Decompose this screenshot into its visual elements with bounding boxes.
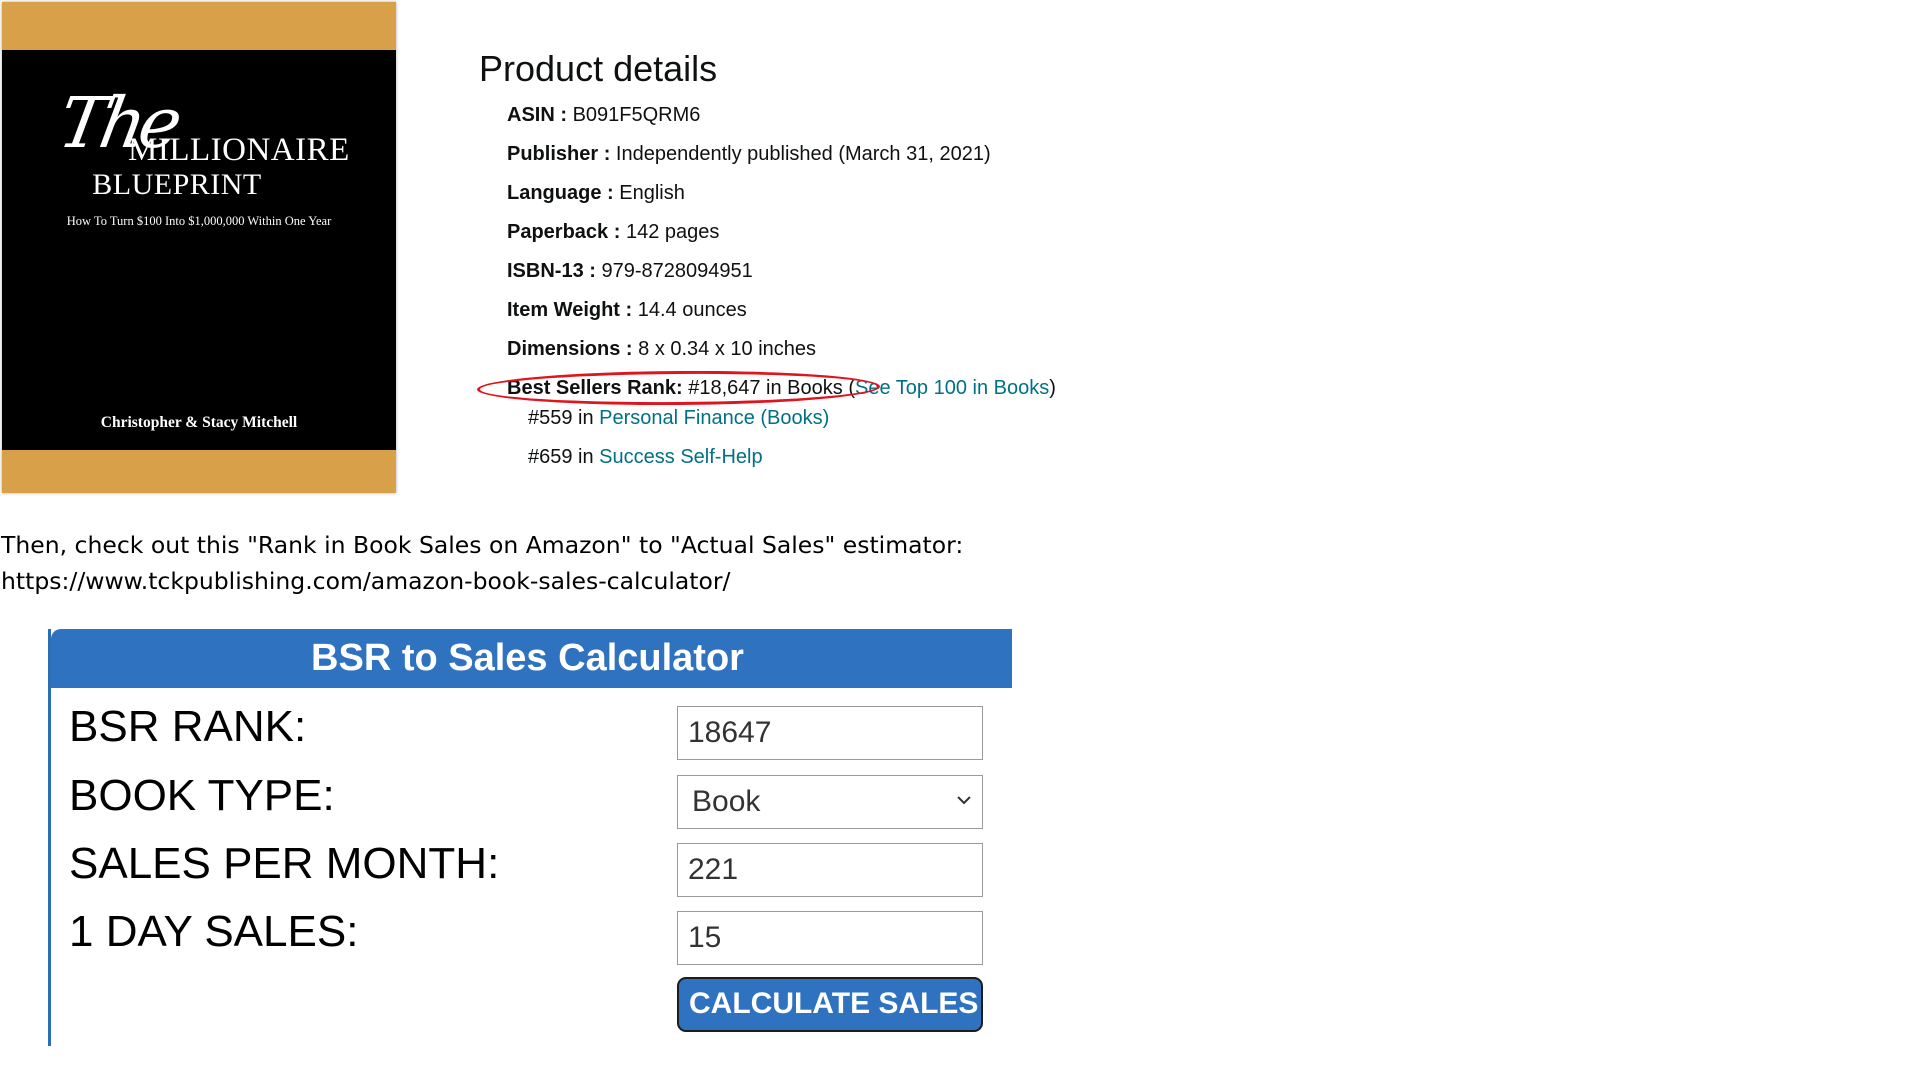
see-top-100-link[interactable]: See Top 100 in Books bbox=[855, 377, 1049, 399]
detail-row-publisher: Publisher : Independently published (Mar… bbox=[507, 143, 991, 166]
bsr-rank-label: BSR RANK: bbox=[69, 702, 307, 751]
rank-highlight-ellipse bbox=[476, 369, 881, 407]
calculator-url-text: https://www.tckpublishing.com/amazon-boo… bbox=[1, 567, 731, 595]
cover-title-line1: MILLIONAIRE bbox=[128, 132, 350, 168]
instruction-text: Then, check out this "Rank in Book Sales… bbox=[1, 531, 964, 559]
book-cover-panel: The MILLIONAIRE BLUEPRINT How To Turn $1… bbox=[2, 50, 396, 450]
cover-title-line2: BLUEPRINT bbox=[92, 168, 262, 201]
one-day-sales-label: 1 DAY SALES: bbox=[69, 907, 359, 956]
one-day-sales-field[interactable]: 15 bbox=[677, 911, 983, 965]
detail-label: Publisher : bbox=[507, 143, 611, 165]
detail-row-dimensions: Dimensions : 8 x 0.34 x 10 inches bbox=[507, 338, 816, 361]
detail-value: B091F5QRM6 bbox=[572, 104, 701, 126]
detail-value: English bbox=[619, 182, 685, 204]
detail-row-asin: ASIN : B091F5QRM6 bbox=[507, 104, 700, 127]
cover-authors: Christopher & Stacy Mitchell bbox=[100, 414, 298, 431]
book-cover-image: The MILLIONAIRE BLUEPRINT How To Turn $1… bbox=[2, 2, 396, 493]
detail-label: Item Weight : bbox=[507, 299, 633, 321]
book-type-label: BOOK TYPE: bbox=[69, 771, 335, 820]
chevron-down-icon bbox=[957, 796, 971, 805]
bsr-sales-calculator: BSR to Sales Calculator BSR RANK: 18647 … bbox=[48, 629, 1012, 1046]
cover-subtitle: How To Turn $100 Into $1,000,000 Within … bbox=[66, 214, 332, 228]
sub-rank-personal-finance: #559 in Personal Finance (Books) bbox=[528, 407, 829, 430]
sales-per-month-field[interactable]: 221 bbox=[677, 843, 983, 897]
bsr-rank-input[interactable]: 18647 bbox=[677, 706, 983, 760]
sales-per-month-label: SALES PER MONTH: bbox=[69, 839, 500, 888]
detail-value: Independently published (March 31, 2021) bbox=[615, 143, 991, 165]
sub-rank-success-self-help: #659 in Success Self-Help bbox=[528, 446, 763, 469]
category-link-success-self-help[interactable]: Success Self-Help bbox=[599, 446, 762, 468]
category-link-personal-finance[interactable]: Personal Finance (Books) bbox=[599, 407, 829, 429]
detail-label: Paperback : bbox=[507, 221, 621, 243]
product-details-heading: Product details bbox=[479, 48, 718, 89]
calculator-title: BSR to Sales Calculator bbox=[51, 629, 1012, 688]
detail-label: ISBN-13 : bbox=[507, 260, 596, 282]
detail-value: 979-8728094951 bbox=[601, 260, 753, 282]
calculate-sales-button[interactable]: CALCULATE SALES bbox=[677, 977, 983, 1032]
detail-row-isbn13: ISBN-13 : 979-8728094951 bbox=[507, 260, 753, 283]
detail-label: ASIN : bbox=[507, 104, 567, 126]
book-type-selected-value: Book bbox=[692, 785, 761, 818]
detail-label: Language : bbox=[507, 182, 614, 204]
book-type-select[interactable]: Book bbox=[677, 775, 983, 829]
sub-rank-number: #559 in bbox=[528, 407, 600, 429]
sub-rank-number: #659 in bbox=[528, 446, 600, 468]
detail-label: Dimensions : bbox=[507, 338, 633, 360]
detail-value: 142 pages bbox=[625, 221, 720, 243]
detail-value: 8 x 0.34 x 10 inches bbox=[638, 338, 817, 360]
detail-row-language: Language : English bbox=[507, 182, 685, 205]
detail-value: 14.4 ounces bbox=[637, 299, 747, 321]
detail-row-item-weight: Item Weight : 14.4 ounces bbox=[507, 299, 747, 322]
rank-close-paren: ) bbox=[1049, 377, 1056, 399]
detail-row-paperback: Paperback : 142 pages bbox=[507, 221, 719, 244]
